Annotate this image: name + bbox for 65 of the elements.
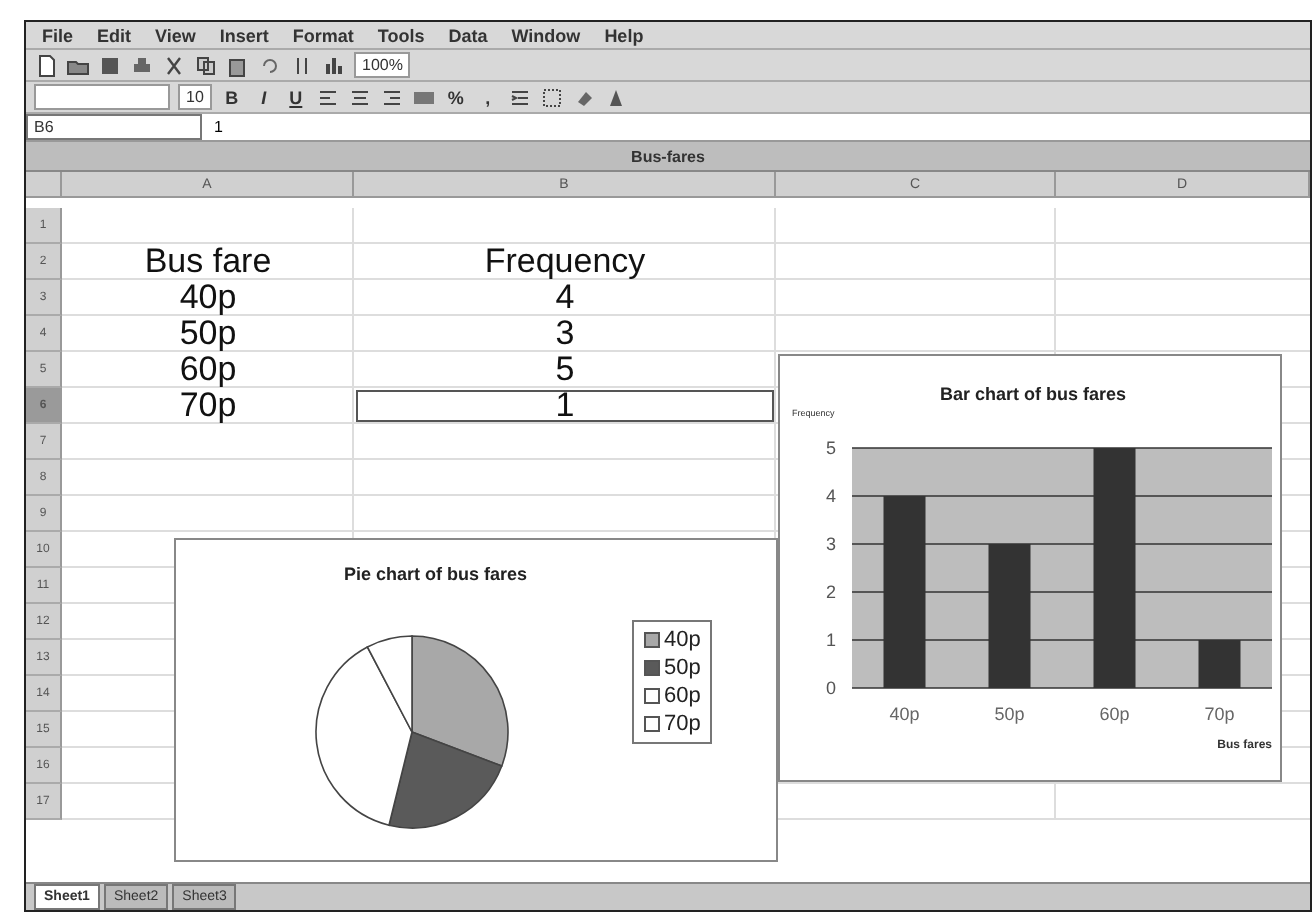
workbook-title-bar: Bus-fares bbox=[26, 142, 1310, 172]
x-tick-label: 70p bbox=[1204, 704, 1235, 724]
format-button[interactable]: I bbox=[251, 85, 276, 109]
format-button[interactable]: U bbox=[283, 85, 308, 109]
font-name-field[interactable] bbox=[34, 84, 170, 110]
legend-swatch bbox=[644, 716, 660, 732]
table-cell[interactable]: 60p bbox=[62, 352, 354, 388]
table-cell[interactable]: 40p bbox=[62, 280, 354, 316]
x-tick-label: 50p bbox=[994, 704, 1025, 724]
legend-swatch bbox=[644, 688, 660, 704]
legend-swatch bbox=[644, 660, 660, 676]
menu-item[interactable]: Insert bbox=[211, 25, 277, 45]
table-cell[interactable]: 5 bbox=[354, 352, 776, 388]
menu-item[interactable]: File bbox=[34, 25, 82, 45]
bar bbox=[988, 544, 1031, 688]
legend-label: 60p bbox=[664, 684, 701, 708]
table-cell[interactable]: 4 bbox=[354, 280, 776, 316]
indent-icon[interactable] bbox=[507, 85, 532, 109]
y-tick-label: 1 bbox=[825, 630, 836, 650]
legend-label: 70p bbox=[664, 712, 701, 736]
name-box[interactable]: B6 bbox=[26, 114, 202, 140]
y-tick-label: 0 bbox=[825, 678, 836, 698]
align-center-icon[interactable] bbox=[347, 85, 372, 109]
menu-item[interactable]: Format bbox=[284, 25, 362, 45]
comma-button[interactable]: , bbox=[475, 85, 500, 109]
bar bbox=[1198, 640, 1241, 688]
legend-label: 50p bbox=[664, 656, 701, 680]
y-tick-label: 4 bbox=[825, 486, 836, 506]
formula-value[interactable]: 1 bbox=[214, 118, 223, 136]
y-tick-label: 5 bbox=[825, 438, 836, 458]
printer-icon[interactable] bbox=[130, 53, 154, 77]
font-size-field[interactable]: 10 bbox=[178, 84, 212, 110]
save-icon[interactable] bbox=[98, 53, 122, 77]
chart-title: Bar chart of bus fares bbox=[940, 384, 1127, 404]
align-left-icon[interactable] bbox=[315, 85, 340, 109]
scissors-icon[interactable] bbox=[162, 53, 186, 77]
percent-button[interactable]: % bbox=[443, 85, 468, 109]
table-cell[interactable]: 70p bbox=[62, 388, 354, 424]
menu-item[interactable]: Help bbox=[596, 25, 652, 45]
y-tick-label: 3 bbox=[825, 534, 836, 554]
table-cell[interactable]: 1 bbox=[354, 388, 776, 424]
format-button[interactable]: B bbox=[219, 85, 244, 109]
undo-icon[interactable] bbox=[258, 53, 282, 77]
copy-icon[interactable] bbox=[194, 53, 218, 77]
paste-icon[interactable] bbox=[226, 53, 250, 77]
menu-item[interactable]: Tools bbox=[369, 25, 433, 45]
menu-item[interactable]: Data bbox=[440, 25, 496, 45]
chart-icon[interactable] bbox=[322, 53, 346, 77]
y-tick-label: 2 bbox=[825, 582, 836, 602]
table-cell[interactable]: 3 bbox=[354, 316, 776, 352]
x-tick-label: 40p bbox=[889, 704, 920, 724]
legend-label: 40p bbox=[664, 628, 701, 652]
table-cell[interactable]: Bus fare bbox=[62, 244, 354, 280]
zoom-field[interactable]: 100% bbox=[354, 52, 411, 78]
table-cell[interactable]: 50p bbox=[62, 316, 354, 352]
borders-icon[interactable] bbox=[539, 85, 564, 109]
menu-item[interactable]: Window bbox=[503, 25, 589, 45]
chart-title: Pie chart of bus fares bbox=[344, 564, 528, 584]
align-right-icon[interactable] bbox=[379, 85, 404, 109]
pie-chart[interactable]: Pie chart of bus fares 40p 50p 60p 70p bbox=[174, 538, 778, 862]
x-tick-label: 60p bbox=[1099, 704, 1130, 724]
table-cell[interactable]: Frequency bbox=[354, 244, 776, 280]
legend-swatch bbox=[644, 632, 660, 648]
menu-item[interactable]: Edit bbox=[89, 25, 140, 45]
menu-item[interactable]: View bbox=[147, 25, 204, 45]
